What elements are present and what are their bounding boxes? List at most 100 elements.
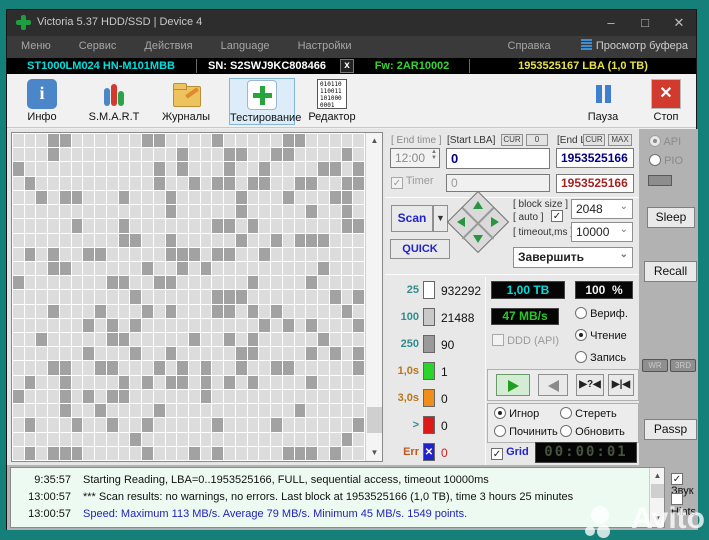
block-cell (13, 375, 24, 389)
menu-item-menu[interactable]: Меню (7, 36, 65, 52)
block-cell (36, 389, 48, 404)
block-cell (13, 446, 24, 460)
block-cell (189, 205, 200, 219)
end-lba-alt-input[interactable]: 1953525166 (556, 174, 634, 193)
log-scrollbar[interactable]: ▲ ▼ (649, 468, 664, 527)
sleep-button[interactable]: Sleep (647, 207, 695, 228)
play-backward-button[interactable] (538, 374, 568, 396)
block-cell (83, 375, 95, 389)
scroll-down-icon[interactable]: ▼ (650, 511, 665, 527)
block-cell (165, 446, 177, 460)
drive-firmware: Fw: 2AR10002 (374, 60, 450, 72)
block-cell (224, 389, 235, 404)
block-cell (235, 290, 247, 304)
random-seek-button[interactable]: ▶?◀ (576, 374, 604, 396)
dpad-right-icon[interactable] (491, 217, 499, 227)
stop-icon (651, 79, 681, 109)
buffer-list-icon (580, 39, 592, 50)
block-cell (353, 418, 364, 432)
scan-button[interactable]: Scan (391, 205, 433, 232)
menu-item-actions[interactable]: Действия (130, 36, 206, 52)
serial-hide-button[interactable]: x (340, 59, 354, 73)
block-cell (306, 418, 318, 432)
passp-button[interactable]: Passp (644, 419, 697, 440)
block-cell (24, 375, 36, 389)
act-ignore-radio[interactable]: Игнор (494, 407, 539, 420)
timeout-combo[interactable]: 10000 ⌄ (571, 222, 633, 242)
close-button[interactable]: ✕ (662, 10, 696, 36)
act-erase-radio[interactable]: Стереть (560, 407, 617, 420)
info-button[interactable]: i Инфо (13, 78, 71, 125)
play-forward-button[interactable] (496, 374, 530, 396)
butterfly-seek-button[interactable]: ▶|◀ (608, 374, 634, 396)
scroll-up-icon[interactable]: ▲ (366, 133, 383, 149)
dpad-up-icon[interactable] (473, 201, 483, 209)
menu-item-service[interactable]: Сервис (65, 36, 131, 52)
quick-button[interactable]: QUICK (390, 239, 450, 259)
smart-button[interactable]: S.M.A.R.T (85, 78, 143, 125)
side-column: API PIO Sleep Recall WR 3RD Passp (639, 129, 698, 465)
block-cell (59, 247, 71, 261)
act-repair-radio[interactable]: Починить (494, 425, 558, 438)
scroll-down-icon[interactable]: ▼ (366, 445, 383, 461)
mode-verify-radio[interactable]: Вериф. (575, 307, 628, 320)
drive-capacity-lba: 1953525167 LBA (1,0 TB) (518, 60, 648, 72)
scroll-up-icon[interactable]: ▲ (650, 468, 665, 484)
block-cell (106, 134, 118, 148)
grid-checkbox[interactable]: Grid (491, 446, 529, 460)
block-size-combo[interactable]: 2048 ⌄ (571, 199, 633, 219)
mode-write-radio[interactable]: Запись (575, 351, 626, 364)
block-cell (341, 333, 353, 347)
block-cell (118, 333, 130, 347)
act-ignore-label: Игнор (509, 408, 540, 420)
menu-item-help[interactable]: Справка (494, 36, 565, 52)
dpad-left-icon[interactable] (457, 217, 465, 227)
buffer-view-button[interactable]: Просмотр буфера (580, 39, 688, 52)
stop-button[interactable]: Стоп (641, 78, 691, 125)
api-radio[interactable]: API (649, 135, 681, 148)
block-cell (329, 162, 341, 176)
editor-button[interactable]: 010110 110011 101000 0001 Редактор (303, 78, 361, 125)
end-time-input[interactable]: 12:00 ▲ ▼ (390, 148, 440, 168)
end-lba-input[interactable]: 1953525166 (556, 148, 634, 168)
block-cell (59, 304, 71, 318)
maximize-button[interactable]: □ (628, 10, 662, 36)
wr-button[interactable]: WR (642, 359, 668, 372)
minimize-button[interactable]: – (594, 10, 628, 36)
block-cell (13, 148, 24, 162)
start-lba-zero-button[interactable]: 0 (526, 134, 548, 146)
scrollbar-thumb[interactable] (367, 407, 382, 433)
start-lba-alt-input[interactable]: 0 (446, 174, 550, 192)
hints-checkbox[interactable]: Hints (671, 493, 698, 518)
start-lba-cur-button[interactable]: CUR (501, 134, 523, 146)
block-cell (235, 304, 247, 318)
drive-serial: SN: S2SWJ9KC808466 (207, 60, 326, 72)
scan-dropdown-button[interactable]: ▼ (433, 205, 448, 232)
ddd-checkbox[interactable]: DDD (API) (492, 334, 559, 347)
recall-button[interactable]: Recall (644, 261, 697, 282)
dpad-down-icon[interactable] (473, 235, 483, 243)
menu-item-settings[interactable]: Настройки (284, 36, 366, 52)
mode-read-radio[interactable]: Чтение (575, 329, 627, 342)
block-map-scrollbar[interactable]: ▲ ▼ (365, 133, 382, 461)
end-lba-cur-button[interactable]: CUR (583, 134, 605, 146)
finish-action-combo[interactable]: Завершить ⌄ (513, 247, 633, 268)
act-refresh-radio[interactable]: Обновить (560, 425, 625, 438)
start-lba-input[interactable]: 0 (446, 148, 550, 169)
pio-radio[interactable]: PIO (649, 154, 683, 167)
block-cell (224, 233, 235, 247)
legend-swatch (423, 416, 435, 434)
menu-item-language[interactable]: Language (207, 36, 284, 52)
srd-button[interactable]: 3RD (670, 359, 696, 372)
seek-dpad[interactable] (446, 190, 510, 254)
block-cell (294, 432, 306, 446)
pause-button[interactable]: Пауза (577, 78, 629, 125)
testing-button[interactable]: Тестирование (229, 78, 301, 125)
end-lba-max-button[interactable]: MAX (608, 134, 632, 146)
scrollbar-thumb[interactable] (651, 484, 664, 498)
auto-checkbox[interactable] (551, 210, 563, 222)
block-cell (224, 347, 235, 361)
journals-button[interactable]: Журналы (157, 78, 215, 125)
block-cell (36, 247, 48, 261)
timer-checkbox[interactable]: Timer (391, 175, 434, 189)
